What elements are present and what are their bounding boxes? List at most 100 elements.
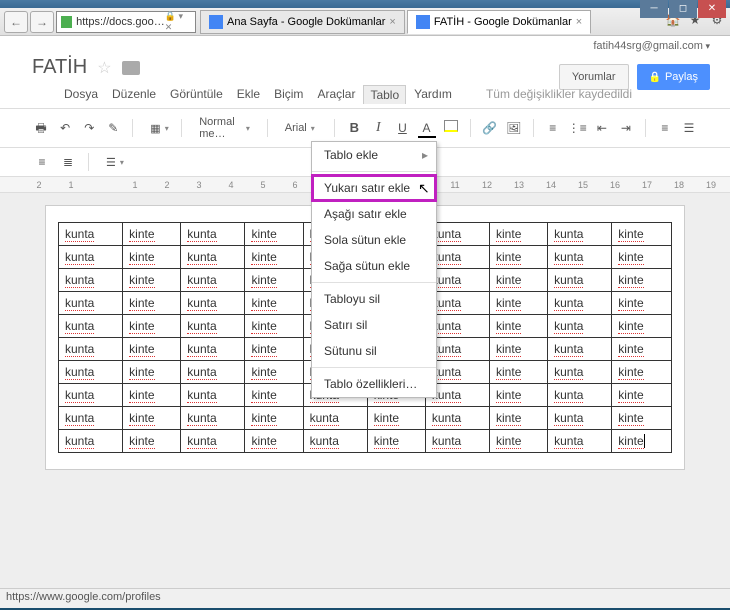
image-icon[interactable]: 🖼	[505, 118, 523, 138]
table-cell[interactable]: kunta	[181, 223, 245, 246]
highlight-button[interactable]	[442, 118, 460, 138]
table-cell[interactable]: kinte​	[612, 430, 672, 453]
table-cell[interactable]: kunta	[181, 338, 245, 361]
document-title[interactable]: FATİH	[32, 56, 87, 79]
table-cell[interactable]: kinte	[123, 269, 181, 292]
browser-tab[interactable]: Ana Sayfa - Google Dokümanlar×	[200, 10, 405, 34]
table-cell[interactable]: kinte	[490, 384, 548, 407]
table-cell[interactable]: kinte	[245, 361, 303, 384]
address-bar[interactable]: https://docs.goo… 🔒 ▾ ✕	[56, 11, 196, 33]
table-cell[interactable]: kinte	[367, 430, 425, 453]
table-cell[interactable]: kunta	[548, 430, 612, 453]
align-left-icon[interactable]: ≡	[656, 118, 674, 138]
table-cell[interactable]: kunta	[59, 315, 123, 338]
table-cell[interactable]: kinte	[123, 292, 181, 315]
line-spacing-icon[interactable]: ☰	[99, 153, 115, 172]
print-icon[interactable]: 🖶	[32, 118, 50, 138]
table-cell[interactable]: kinte	[490, 315, 548, 338]
table-cell[interactable]: kunta	[303, 430, 367, 453]
table-cell[interactable]: kinte	[245, 246, 303, 269]
table-cell[interactable]: kinte	[490, 292, 548, 315]
nav-forward[interactable]: →	[30, 11, 54, 33]
underline-button[interactable]: U	[393, 118, 411, 138]
table-cell[interactable]: kunta	[59, 292, 123, 315]
table-cell[interactable]: kunta	[181, 315, 245, 338]
nav-back[interactable]: ←	[4, 11, 28, 33]
table-cell[interactable]: kunta	[548, 407, 612, 430]
window-close[interactable]: ✕	[698, 0, 726, 18]
table-cell[interactable]: kinte	[612, 315, 672, 338]
align2-icon[interactable]: ≣	[58, 152, 78, 172]
table-cell[interactable]: kunta	[59, 361, 123, 384]
table-cell[interactable]: kunta	[59, 246, 123, 269]
table-cell[interactable]: kunta	[548, 292, 612, 315]
paragraph-style-select[interactable]: Normal me…	[192, 113, 257, 143]
table-cell[interactable]: kinte	[123, 338, 181, 361]
bulleted-list-icon[interactable]: ⋮≡	[568, 118, 587, 138]
menu-item[interactable]: Sütunu sil	[312, 338, 436, 364]
menu-dosya[interactable]: Dosya	[64, 87, 98, 102]
menu-item[interactable]: Sola sütun ekle	[312, 227, 436, 253]
table-cell[interactable]: kinte	[245, 430, 303, 453]
menu-tablo[interactable]: Tablo	[363, 85, 406, 104]
table-cell[interactable]: kunta	[548, 338, 612, 361]
table-cell[interactable]: kinte	[123, 223, 181, 246]
align-justify-icon[interactable]: ☰	[680, 118, 698, 138]
table-cell[interactable]: kunta	[548, 315, 612, 338]
table-cell[interactable]: kinte	[612, 384, 672, 407]
table-cell[interactable]: kinte	[245, 338, 303, 361]
table-cell[interactable]: kunta	[548, 361, 612, 384]
tab-close-icon[interactable]: ×	[576, 16, 582, 28]
paint-format-icon[interactable]: ✎	[104, 118, 122, 138]
redo-icon[interactable]: ↷	[80, 118, 98, 138]
table-cell[interactable]: kinte	[245, 292, 303, 315]
table-cell[interactable]: kinte	[367, 407, 425, 430]
menu-item[interactable]: Aşağı satır ekle	[312, 201, 436, 227]
table-cell[interactable]: kinte	[612, 361, 672, 384]
table-cell[interactable]: kunta	[548, 384, 612, 407]
table-cell[interactable]: kinte	[612, 269, 672, 292]
table-cell[interactable]: kinte	[612, 292, 672, 315]
menu-item[interactable]: Tabloyu sil	[312, 286, 436, 312]
table-cell[interactable]: kinte	[245, 407, 303, 430]
browser-tab[interactable]: FATİH - Google Dokümanlar×	[407, 10, 591, 34]
menu-item[interactable]: Tablo özellikleri…	[312, 371, 436, 397]
font-select[interactable]: Arial	[278, 119, 325, 137]
indent-icon[interactable]: ⇥	[617, 118, 635, 138]
numbered-list-icon[interactable]: ≡	[544, 118, 562, 138]
table-cell[interactable]: kinte	[245, 269, 303, 292]
table-cell[interactable]: kunta	[59, 384, 123, 407]
menu-araçlar[interactable]: Araçlar	[317, 87, 355, 102]
user-email[interactable]: fatih44srg@gmail.com	[593, 40, 710, 52]
table-cell[interactable]: kinte	[612, 223, 672, 246]
table-cell[interactable]: kunta	[59, 269, 123, 292]
table-cell[interactable]: kinte	[490, 223, 548, 246]
window-maximize[interactable]: ◻	[669, 0, 697, 18]
table-cell[interactable]: kinte	[490, 246, 548, 269]
italic-button[interactable]: I	[369, 118, 387, 138]
table-cell[interactable]: kinte	[245, 315, 303, 338]
folder-icon[interactable]	[122, 61, 140, 75]
table-cell[interactable]: kunta	[181, 361, 245, 384]
undo-icon[interactable]: ↶	[56, 118, 74, 138]
table-cell[interactable]: kinte	[490, 361, 548, 384]
table-cell[interactable]: kunta	[59, 338, 123, 361]
menu-yardım[interactable]: Yardım	[414, 87, 452, 102]
table-cell[interactable]: kunta	[181, 292, 245, 315]
bold-button[interactable]: B	[345, 118, 363, 138]
outdent-icon[interactable]: ⇤	[593, 118, 611, 138]
table-cell[interactable]: kinte	[123, 384, 181, 407]
table-cell[interactable]: kunta	[59, 407, 123, 430]
table-cell[interactable]: kunta	[181, 430, 245, 453]
table-cell[interactable]: kunta	[548, 246, 612, 269]
align-icon[interactable]: ≡	[32, 152, 52, 172]
menu-ekle[interactable]: Ekle	[237, 87, 260, 102]
menu-item[interactable]: Sağa sütun ekle	[312, 253, 436, 279]
table-cell[interactable]: kunta	[59, 430, 123, 453]
table-cell[interactable]: kinte	[612, 246, 672, 269]
tab-close-icon[interactable]: ×	[389, 16, 395, 28]
table-cell[interactable]: kunta	[548, 269, 612, 292]
menu-biçim[interactable]: Biçim	[274, 87, 303, 102]
window-minimize[interactable]: ─	[640, 0, 668, 18]
menu-item[interactable]: Tablo ekle	[312, 142, 436, 168]
